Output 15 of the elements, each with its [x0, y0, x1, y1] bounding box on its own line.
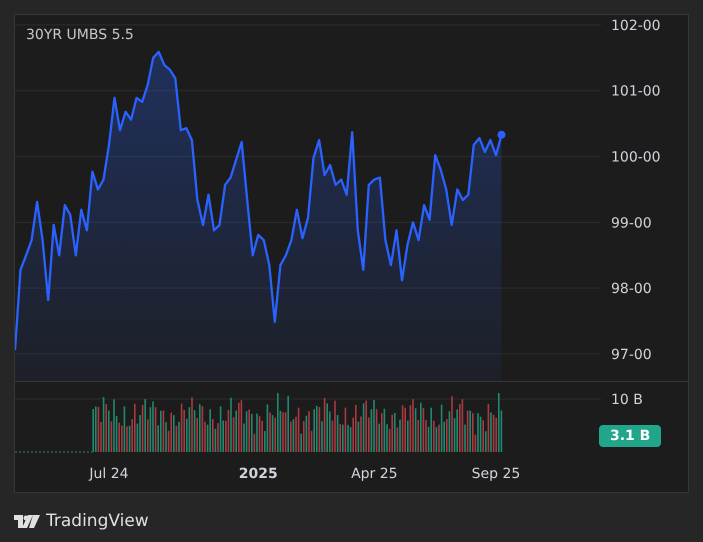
price-axis-label: 102-00: [611, 18, 661, 34]
brand-name: TradingView: [46, 510, 149, 533]
price-axis-label: 99-00: [611, 215, 652, 232]
price-axis-label: 97-00: [611, 347, 652, 363]
chart-title: 30YR UMBS 5.5: [26, 26, 134, 45]
price-axis-label: 101-00: [611, 84, 661, 100]
time-axis-label: Apr 25: [351, 466, 398, 482]
volume-value-badge: 3.1 B: [599, 425, 662, 447]
brand-logo-icon: [14, 515, 40, 528]
volume-axis-label: 10 B: [611, 392, 643, 408]
time-axis-label: Jul 24: [89, 466, 129, 482]
time-axis-label: 2025: [238, 466, 278, 482]
price-axis-label: 100-00: [611, 150, 661, 166]
time-axis-label: Sep 25: [472, 466, 520, 482]
price-axis-label: 98-00: [611, 281, 652, 298]
